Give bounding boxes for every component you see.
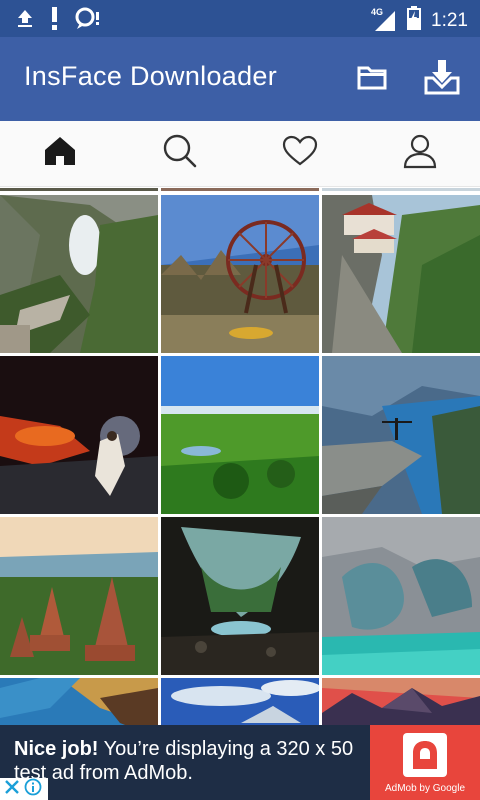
search-icon (162, 133, 198, 174)
status-time: 1:21 (431, 9, 468, 31)
home-icon (42, 135, 78, 172)
download-icon (423, 58, 461, 101)
app-bar: InsFace Downloader (0, 37, 480, 121)
tab-favorites[interactable] (240, 121, 360, 186)
tab-home[interactable] (0, 121, 120, 186)
battery-icon (407, 6, 422, 35)
gallery-image[interactable] (161, 517, 319, 675)
person-icon (402, 133, 438, 174)
gallery-image[interactable] (0, 678, 158, 725)
ad-text: Nice job! You’re displaying a 320 x 50 t… (14, 737, 364, 785)
gallery-image[interactable] (322, 517, 480, 675)
folder-button[interactable] (352, 59, 392, 99)
ad-banner[interactable]: Nice job! You’re displaying a 320 x 50 t… (0, 725, 480, 800)
signal-icon: 4G (371, 7, 397, 33)
ad-brand-label: AdMob by Google (384, 783, 466, 794)
app-title: InsFace Downloader (24, 61, 278, 91)
tab-bar (0, 121, 480, 187)
gallery-image[interactable] (161, 356, 319, 514)
alert-icon (50, 6, 60, 35)
ad-brand-panel[interactable]: AdMob by Google (370, 725, 480, 800)
gallery-image[interactable] (0, 195, 158, 353)
gallery-image[interactable] (322, 356, 480, 514)
ad-choices[interactable] (0, 778, 48, 800)
notification-icon (74, 6, 102, 35)
status-bar: 4G 1:21 (0, 0, 480, 37)
gallery-image[interactable] (0, 356, 158, 514)
heart-icon (282, 135, 318, 172)
tab-search[interactable] (120, 121, 240, 186)
gallery-image[interactable] (161, 195, 319, 353)
gallery-image[interactable] (322, 195, 480, 353)
gallery-image[interactable] (322, 678, 480, 725)
close-icon[interactable] (4, 779, 20, 800)
image-grid (0, 188, 480, 725)
gallery-image[interactable] (0, 517, 158, 675)
gallery-image[interactable] (161, 678, 319, 725)
tab-profile[interactable] (360, 121, 480, 186)
upload-icon (14, 7, 36, 34)
ad-headline: Nice job! (14, 738, 99, 760)
folder-icon (357, 64, 387, 95)
info-icon[interactable] (24, 778, 42, 800)
app-screen: 4G 1:21 InsFace Downloader Nice job! You… (0, 0, 480, 800)
admob-logo-icon (403, 733, 447, 782)
download-button[interactable] (422, 59, 462, 99)
